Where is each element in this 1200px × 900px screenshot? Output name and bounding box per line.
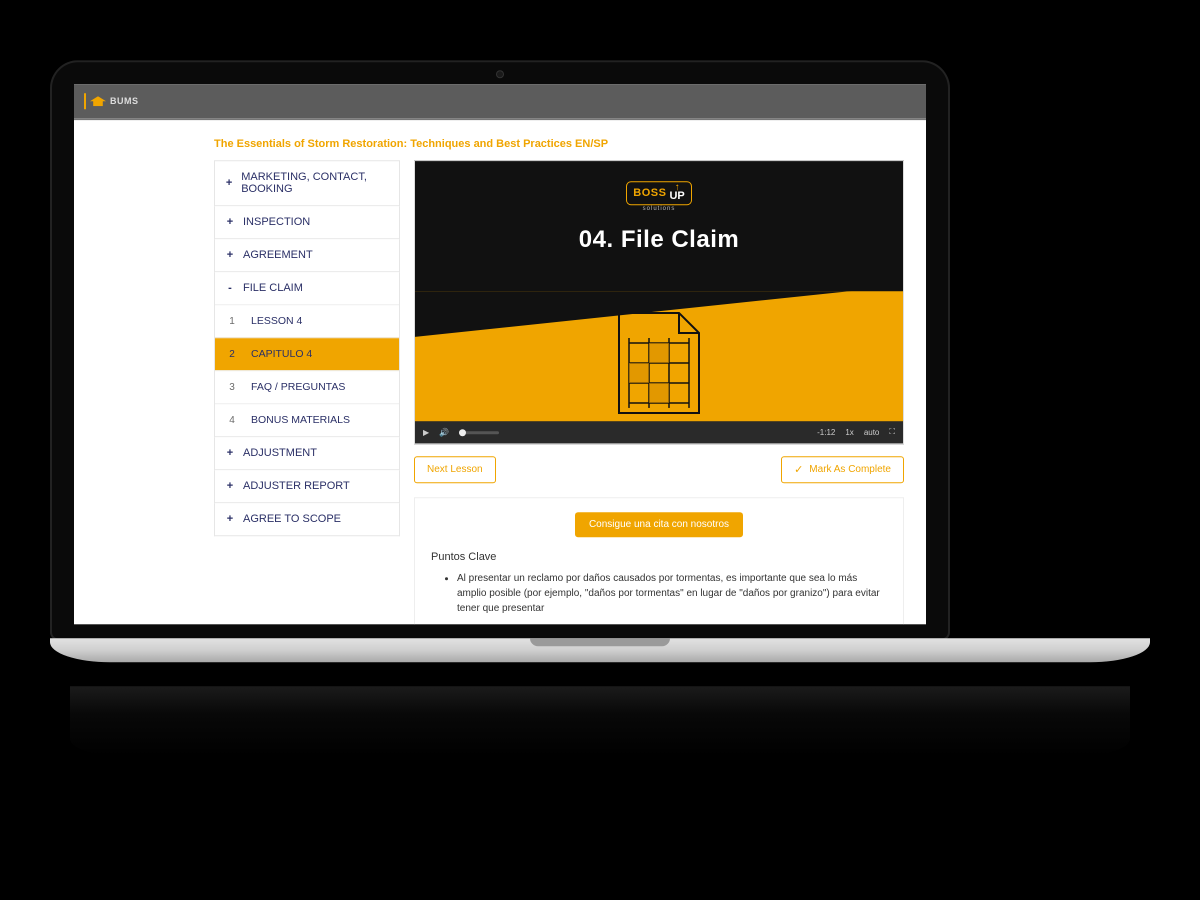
quality-toggle[interactable]: auto <box>864 428 880 437</box>
lesson-row-capitulo4[interactable]: 2 CAPITULO 4 <box>215 337 399 370</box>
lesson-number: 2 <box>227 349 237 360</box>
mark-complete-button[interactable]: ✓ Mark As Complete <box>781 456 904 483</box>
course-title: The Essentials of Storm Restoration: Tec… <box>214 138 926 150</box>
laptop-base <box>50 638 1150 662</box>
laptop-mockup: BUMS The Essentials of Storm Restoration… <box>50 60 1150 756</box>
video-lower <box>415 291 903 421</box>
expand-icon: + <box>225 447 235 459</box>
laptop-bezel: BUMS The Essentials of Storm Restoration… <box>50 60 950 640</box>
brand-logo[interactable]: BUMS <box>84 91 139 111</box>
sidebar-item-adjustment[interactable]: + ADJUSTMENT <box>214 437 400 470</box>
video-player[interactable]: BOSS ↑ UP solutions 04. File <box>414 160 904 444</box>
lesson-number: 3 <box>227 382 237 393</box>
expand-icon: + <box>225 249 235 261</box>
sidebar-item-label: MARKETING, CONTACT, BOOKING <box>241 171 389 195</box>
main-panel: BOSS ↑ UP solutions 04. File <box>414 160 926 624</box>
video-upper: BOSS ↑ UP solutions 04. File <box>415 161 903 291</box>
document-icon <box>609 308 709 421</box>
notes-card: Consigue una cita con nosotros Puntos Cl… <box>414 497 904 624</box>
video-title: 04. File Claim <box>415 226 903 254</box>
speed-toggle[interactable]: 1x <box>845 428 853 437</box>
lesson-label: FAQ / PREGUNTAS <box>251 381 345 393</box>
laptop-reflection <box>70 686 1130 756</box>
notes-list: Al presentar un reclamo por daños causad… <box>431 571 887 616</box>
lesson-list: 1 LESSON 4 2 CAPITULO 4 3 <box>215 304 399 436</box>
camera-icon <box>496 70 504 78</box>
sidebar-item-label: AGREEMENT <box>243 249 313 261</box>
brand-text: BUMS <box>110 96 139 106</box>
sidebar-item-label: AGREE TO SCOPE <box>243 513 341 525</box>
lesson-actions: Next Lesson ✓ Mark As Complete <box>414 456 904 483</box>
video-controls: ▶ 🔊 -1:12 1x auto ⛶ <box>415 421 903 443</box>
sidebar-item-agreement[interactable]: + AGREEMENT <box>214 239 400 272</box>
video-brand: BOSS ↑ UP solutions <box>415 161 903 212</box>
play-icon[interactable]: ▶ <box>423 428 429 437</box>
lesson-label: LESSON 4 <box>251 315 302 327</box>
top-bar: BUMS <box>74 84 926 118</box>
video-logo-sub: solutions <box>415 206 903 212</box>
expand-icon: + <box>225 480 235 492</box>
volume-slider[interactable] <box>459 431 499 434</box>
content-area: The Essentials of Storm Restoration: Tec… <box>74 120 926 624</box>
sidebar-item-label: ADJUSTER REPORT <box>243 480 350 492</box>
lesson-row-bonus[interactable]: 4 BONUS MATERIALS <box>215 403 399 436</box>
volume-icon[interactable]: 🔊 <box>439 428 449 437</box>
sidebar-item-label: INSPECTION <box>243 216 310 228</box>
sidebar-item-marketing[interactable]: + MARKETING, CONTACT, BOOKING <box>214 160 400 206</box>
lesson-label: BONUS MATERIALS <box>251 414 350 426</box>
video-logo-up: UP <box>669 191 684 202</box>
sidebar-item-inspection[interactable]: + INSPECTION <box>214 206 400 239</box>
expand-icon: + <box>225 216 235 228</box>
check-icon: ✓ <box>794 463 803 476</box>
mark-complete-label: Mark As Complete <box>809 464 891 475</box>
app-screen: BUMS The Essentials of Storm Restoration… <box>74 84 926 624</box>
sidebar-item-agree-scope[interactable]: + AGREE TO SCOPE <box>214 503 400 536</box>
notes-bullet: Al presentar un reclamo por daños causad… <box>457 571 887 616</box>
lesson-number: 4 <box>227 415 237 426</box>
graduation-cap-icon <box>90 96 106 106</box>
expand-icon: + <box>225 177 233 189</box>
sidebar-item-file-claim[interactable]: -FILE CLAIM 1 LESSON 4 2 CAPITULO 4 <box>214 272 400 437</box>
video-logo-main: BOSS <box>633 187 666 199</box>
notes-heading: Puntos Clave <box>431 551 887 563</box>
collapse-icon: - <box>225 282 235 294</box>
video-time: -1:12 <box>817 428 835 437</box>
lesson-label: CAPITULO 4 <box>251 348 312 360</box>
cta-button[interactable]: Consigue una cita con nosotros <box>575 512 743 537</box>
sidebar-item-label: FILE CLAIM <box>243 282 303 294</box>
sidebar-item-label: ADJUSTMENT <box>243 447 317 459</box>
brand-bar-icon <box>84 93 86 109</box>
lesson-sidebar: + MARKETING, CONTACT, BOOKING + INSPECTION… <box>214 160 400 536</box>
expand-icon: + <box>225 513 235 525</box>
next-lesson-button[interactable]: Next Lesson <box>414 456 496 483</box>
sidebar-item-adjuster-report[interactable]: + ADJUSTER REPORT <box>214 470 400 503</box>
lesson-row-lesson4[interactable]: 1 LESSON 4 <box>215 304 399 337</box>
fullscreen-icon[interactable]: ⛶ <box>889 427 895 437</box>
lesson-number: 1 <box>227 316 237 327</box>
lesson-row-faq[interactable]: 3 FAQ / PREGUNTAS <box>215 370 399 403</box>
